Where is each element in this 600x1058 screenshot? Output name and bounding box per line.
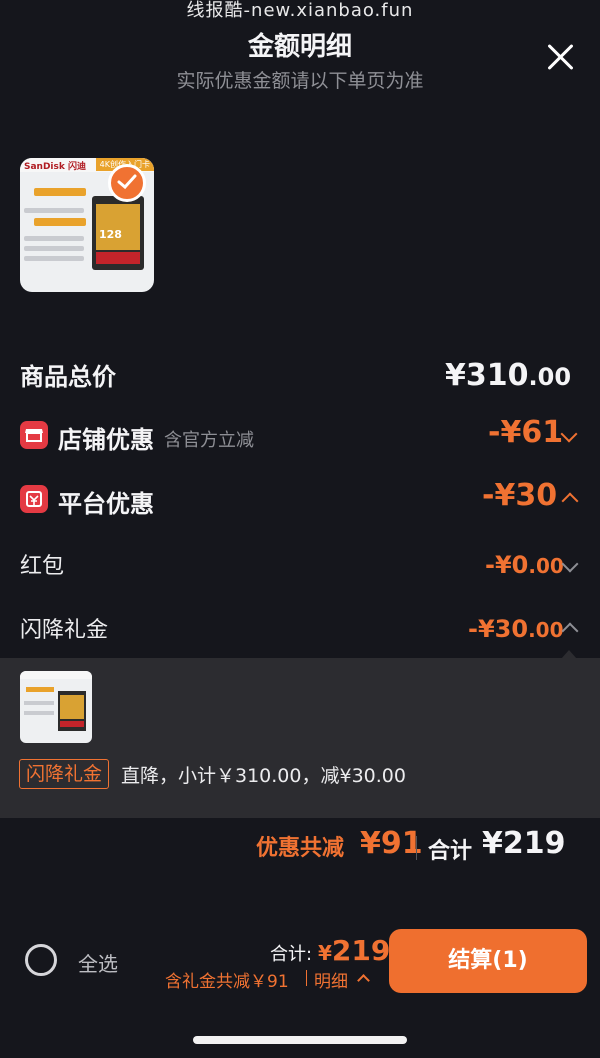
red-packet-label: 红包: [20, 554, 65, 579]
platform-discount-label: 平台优惠: [58, 490, 154, 518]
summary-discount-value: ¥91: [360, 826, 423, 861]
select-all-label[interactable]: 全选: [78, 948, 118, 977]
store-discount-note: 含官方立减: [164, 430, 254, 451]
sd-card-image: 128: [92, 196, 144, 270]
chevron-up-icon[interactable]: [357, 974, 370, 987]
total-price-value: ¥310.00: [445, 358, 572, 393]
popover-description: 直降，小计￥310.00，减¥30.00: [121, 765, 406, 787]
page-subtitle: 实际优惠金额请以下单页为准: [176, 70, 424, 92]
watermark: 线报酷-new.xianbao.fun: [186, 0, 414, 21]
store-discount-value[interactable]: -¥61: [488, 415, 563, 450]
footer-total-label: 合计:: [270, 944, 313, 965]
chevron-down-icon[interactable]: [561, 555, 579, 573]
platform-icon: [20, 485, 48, 513]
summary-divider: [416, 836, 417, 860]
close-icon[interactable]: [545, 42, 575, 72]
flash-gift-tag: 闪降礼金: [19, 759, 110, 789]
summary-total-label: 合计: [428, 839, 473, 864]
popover-product-thumbnail: [20, 671, 92, 743]
footer-total-value: ¥219: [318, 934, 391, 967]
store-icon: [20, 421, 48, 449]
footer-divider: [306, 970, 307, 986]
product-brand: SanDisk 闪迪: [24, 162, 86, 172]
flash-gift-value[interactable]: -¥30.00: [468, 615, 564, 643]
flash-gift-label: 闪降礼金: [20, 618, 109, 643]
summary-total-value: ¥219: [482, 826, 566, 861]
red-packet-value[interactable]: -¥0.00: [485, 551, 564, 579]
product-capacity: 128: [99, 228, 122, 241]
select-all-radio[interactable]: [25, 944, 57, 976]
platform-discount-value[interactable]: -¥30: [482, 478, 557, 513]
chevron-up-icon[interactable]: [561, 492, 579, 510]
detail-link[interactable]: 明细: [314, 967, 348, 992]
checkout-button[interactable]: 结算(1): [389, 929, 587, 993]
footer-gift-note: 含礼金共减￥91: [165, 972, 289, 992]
store-discount-label: 店铺优惠: [58, 426, 154, 454]
total-price-label: 商品总价: [20, 363, 116, 391]
page-title: 金额明细: [247, 32, 352, 62]
home-indicator[interactable]: [193, 1036, 407, 1044]
chevron-up-icon[interactable]: [561, 622, 579, 640]
summary-discount-label: 优惠共减: [256, 836, 345, 861]
selected-check-icon[interactable]: [108, 164, 146, 202]
